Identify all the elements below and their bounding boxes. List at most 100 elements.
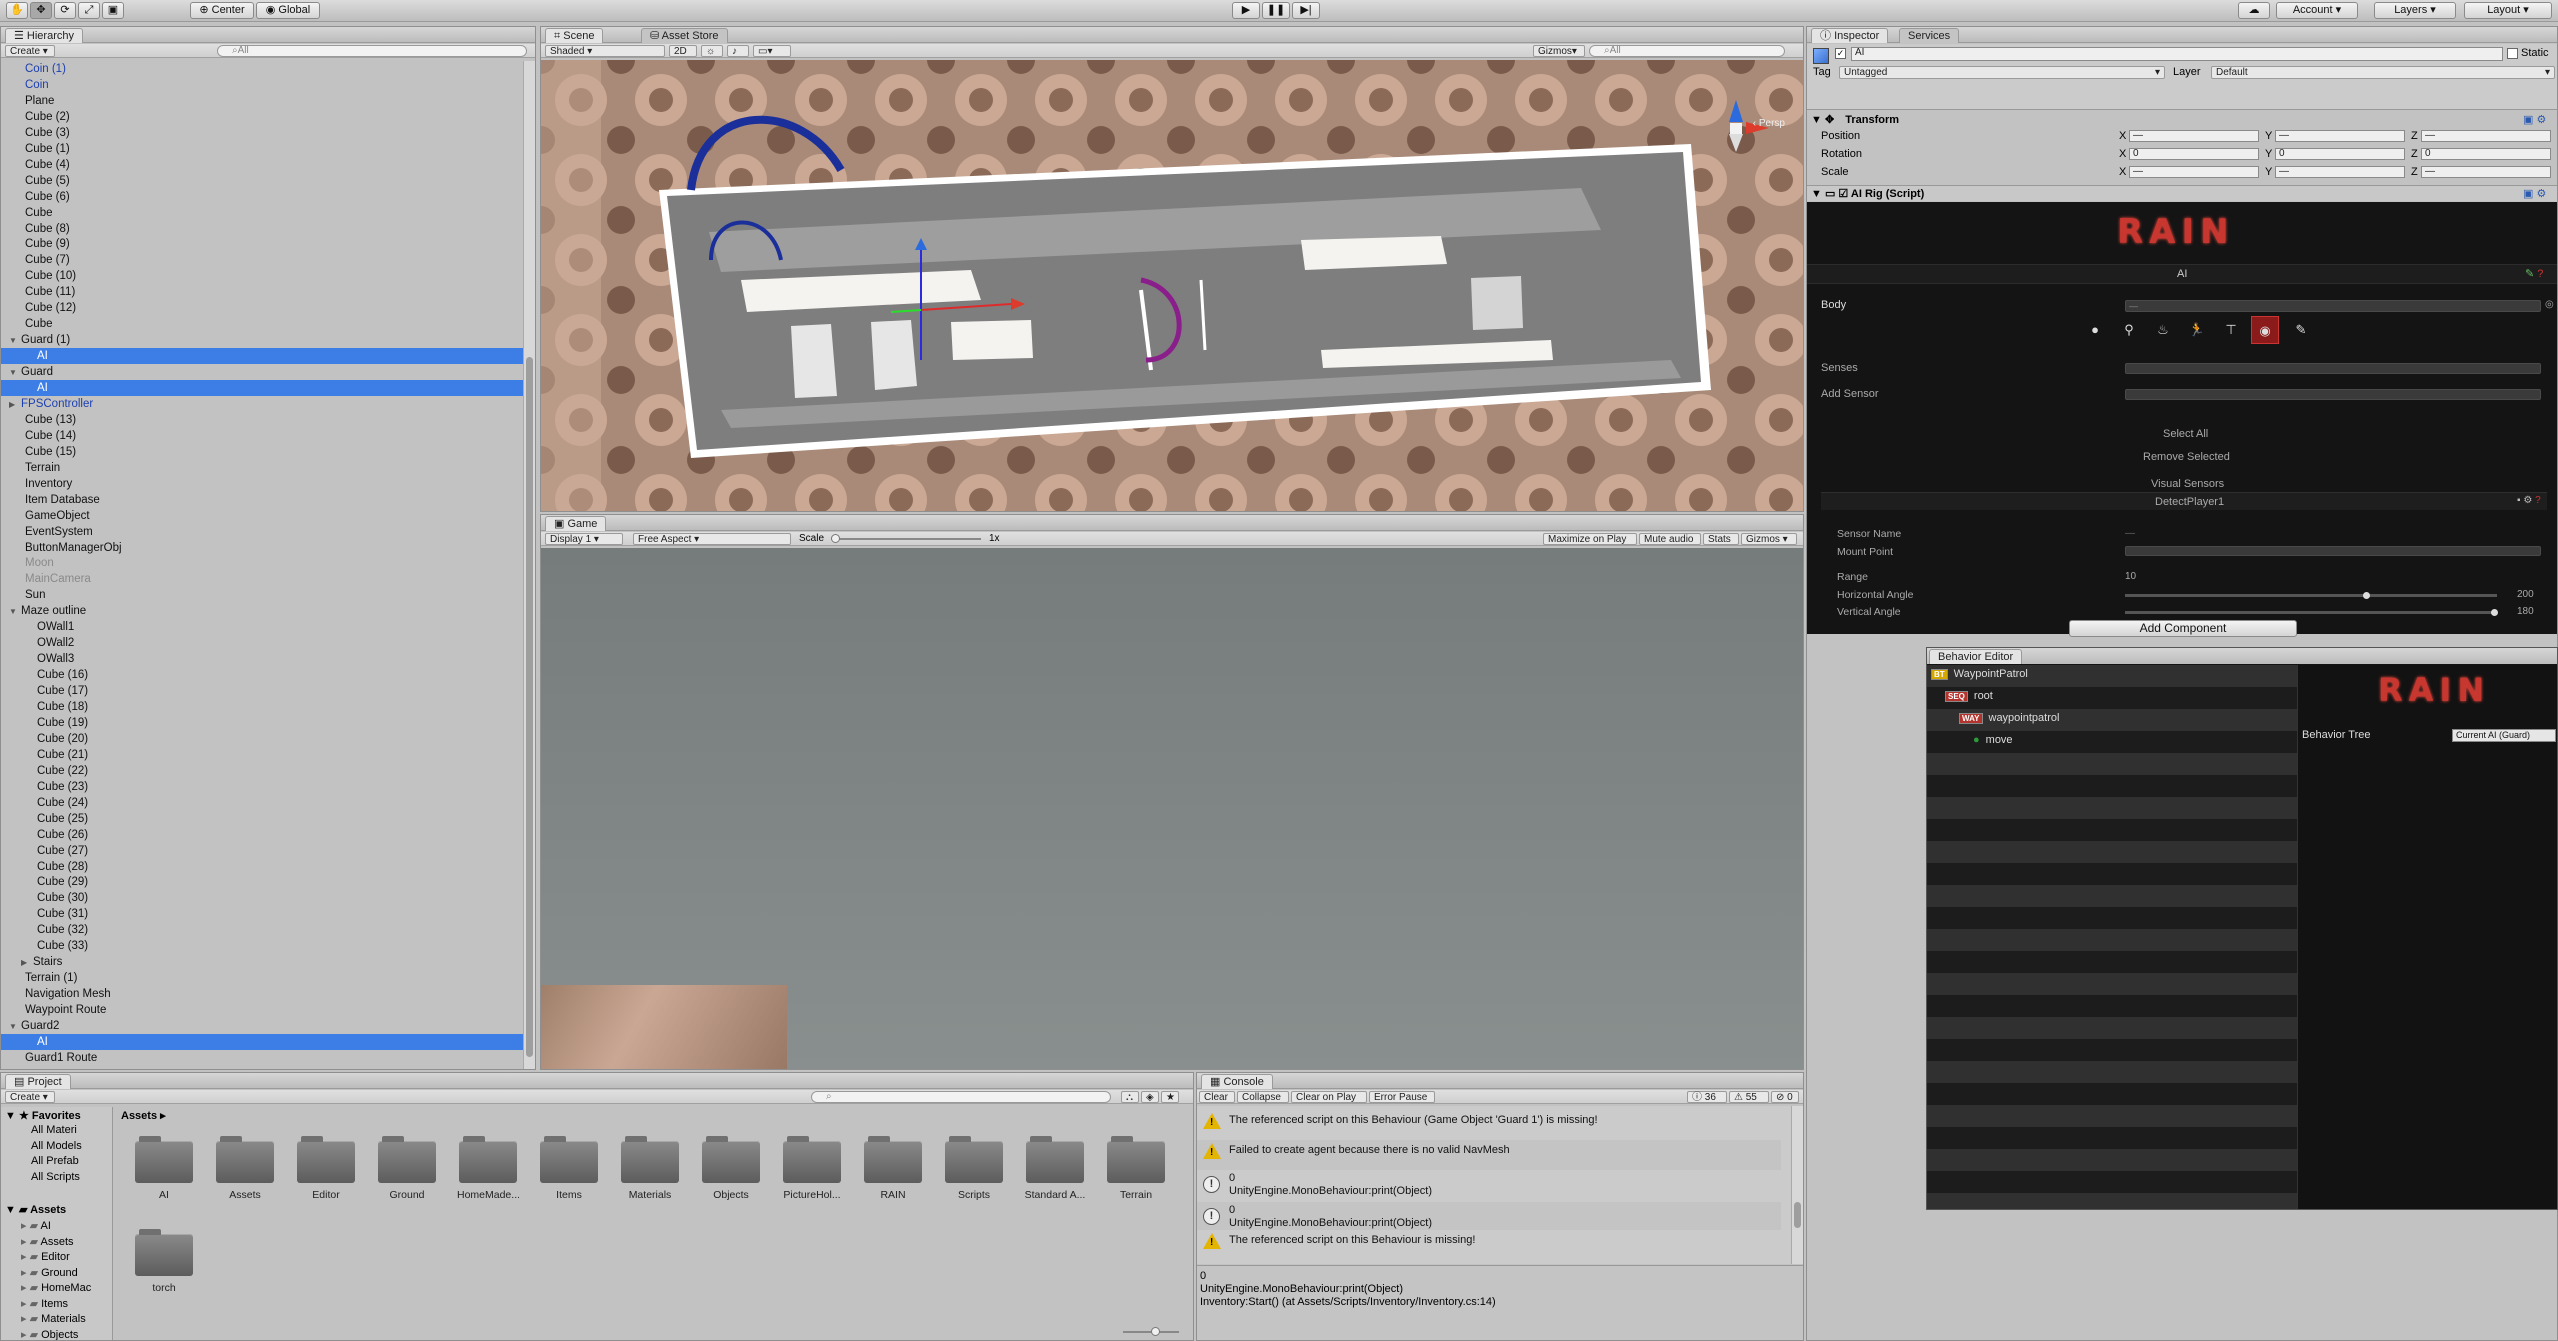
hierarchy-row[interactable]: Cube (33) xyxy=(1,938,523,954)
hierarchy-row[interactable]: Cube (21) xyxy=(1,747,523,763)
console-entry[interactable]: ! 0 UnityEngine.MonoBehaviour:print(Object… xyxy=(1197,1170,1781,1200)
hierarchy-row[interactable]: Cube (17) xyxy=(1,683,523,699)
hierarchy-row[interactable]: Cube (7) xyxy=(1,252,523,268)
expand-arrow-icon[interactable]: ▼ xyxy=(9,365,21,381)
hierarchy-row[interactable]: Cube (11) xyxy=(1,284,523,300)
horizontal-angle-value[interactable]: 200 xyxy=(2517,589,2534,600)
hierarchy-row[interactable]: Cube (32) xyxy=(1,922,523,938)
static-checkbox[interactable] xyxy=(2507,48,2518,59)
tab-behavior-editor[interactable]: Behavior Editor xyxy=(1929,649,2023,664)
vertical-angle-value[interactable]: 180 xyxy=(2517,606,2534,617)
hierarchy-row[interactable]: MainCamera xyxy=(1,571,523,587)
console-clear-button[interactable]: Clear xyxy=(1199,1091,1235,1103)
transform-x-field[interactable]: 0 xyxy=(2129,148,2259,160)
component-help-icon[interactable]: ▣ ⚙ xyxy=(2523,113,2546,126)
hierarchy-row[interactable]: Navigation Mesh xyxy=(1,986,523,1002)
senses-dropdown[interactable] xyxy=(2125,363,2541,374)
tab-services[interactable]: Services xyxy=(1899,28,1960,43)
error-count-badge[interactable]: ⊘ 0 xyxy=(1771,1091,1799,1103)
favorite-item[interactable]: All Materi xyxy=(31,1124,77,1136)
hierarchy-row[interactable]: Terrain xyxy=(1,460,523,476)
behavior-tree-dropdown[interactable]: Current AI (Guard) xyxy=(2452,729,2556,742)
pause-icon[interactable]: ❚❚ xyxy=(1262,2,1290,19)
hierarchy-scroll-thumb[interactable] xyxy=(526,357,533,1057)
asset-folder[interactable]: Assets xyxy=(214,1136,276,1201)
gameobject-name-field[interactable]: AI xyxy=(1851,47,2503,61)
filter-label-icon[interactable]: ◈ xyxy=(1141,1091,1159,1103)
behavior-tree-node[interactable]: BT WaypointPatrol xyxy=(1931,668,2028,680)
hierarchy-row[interactable]: Cube (4) xyxy=(1,157,523,173)
project-tree-item[interactable]: ▸ ▰ Materials xyxy=(21,1312,111,1325)
asset-folder[interactable]: Items xyxy=(538,1136,600,1201)
move-tool-icon[interactable]: ✥ xyxy=(30,2,52,19)
transform-z-field[interactable]: — xyxy=(2421,130,2551,142)
vertical-angle-knob[interactable] xyxy=(2491,609,2498,616)
scene-gizmos-dropdown[interactable]: Gizmos▾ xyxy=(1533,45,1585,57)
expand-arrow-icon[interactable]: ▼ xyxy=(9,333,21,349)
transform-y-field[interactable]: 0 xyxy=(2275,148,2405,160)
asset-folder[interactable]: Scripts xyxy=(943,1136,1005,1201)
senses-eye-icon[interactable]: ◉ xyxy=(2251,316,2279,344)
hierarchy-row[interactable]: AI xyxy=(1,348,523,365)
hierarchy-row[interactable]: AI xyxy=(1,1033,523,1050)
hierarchy-row[interactable]: Cube (25) xyxy=(1,811,523,827)
transform-y-field[interactable]: — xyxy=(2275,130,2405,142)
asset-folder[interactable]: RAIN xyxy=(862,1136,924,1201)
console-scrollbar[interactable] xyxy=(1791,1106,1803,1264)
project-tree-item[interactable]: ▸ ▰ Items xyxy=(21,1297,111,1310)
add-component-button[interactable]: Add Component xyxy=(2069,620,2297,637)
console-collapse-button[interactable]: Collapse xyxy=(1237,1091,1289,1103)
project-tree-item[interactable]: ▸ ▰ Assets xyxy=(21,1235,111,1248)
hierarchy-row[interactable]: ▶ Stairs xyxy=(1,954,523,970)
hierarchy-row[interactable]: Cube (6) xyxy=(1,189,523,205)
hierarchy-row[interactable]: Coin xyxy=(1,77,523,93)
favorite-star-icon[interactable]: ★ xyxy=(1161,1091,1179,1103)
favorite-item[interactable]: All Models xyxy=(31,1140,82,1152)
hierarchy-row[interactable]: Guard1 Route xyxy=(1,1050,523,1066)
lighting-toggle-icon[interactable]: ☼ xyxy=(701,45,723,57)
ai-rig-header[interactable]: ▼ ▭ ☑ AI Rig (Script) ▣ ⚙ xyxy=(1807,185,2557,201)
hierarchy-row[interactable]: Cube (1) xyxy=(1,141,523,157)
sensor-name-value[interactable]: — xyxy=(2125,528,2135,539)
hierarchy-row[interactable]: Cube xyxy=(1,316,523,332)
hierarchy-row[interactable]: Cube (5) xyxy=(1,173,523,189)
transform-y-field[interactable]: — xyxy=(2275,166,2405,178)
hierarchy-row[interactable]: Moon xyxy=(1,555,523,571)
hierarchy-row[interactable]: Cube (15) xyxy=(1,444,523,460)
tab-project[interactable]: ▤ Project xyxy=(5,1074,71,1089)
layout-dropdown[interactable]: Layout ▾ xyxy=(2464,2,2552,19)
scene-viewport[interactable]: ‹ Persp xyxy=(541,60,1803,511)
shading-mode-dropdown[interactable]: Shaded ▾ xyxy=(545,45,665,57)
memory-icon[interactable]: ⚲ xyxy=(2115,316,2143,344)
console-entry[interactable]: ! 0 UnityEngine.MonoBehaviour:print(Object… xyxy=(1197,1202,1781,1232)
hierarchy-row[interactable]: ▼ Maze outline xyxy=(1,603,523,619)
vertical-angle-slider[interactable] xyxy=(2125,609,2498,616)
effects-dropdown-icon[interactable]: ▭▾ xyxy=(753,45,791,57)
hierarchy-row[interactable]: Waypoint Route xyxy=(1,1002,523,1018)
warn-count-badge[interactable]: ⚠ 55 xyxy=(1729,1091,1769,1103)
hierarchy-row[interactable]: Cube (30) xyxy=(1,890,523,906)
hierarchy-row[interactable]: OWall3 xyxy=(1,651,523,667)
hierarchy-create-button[interactable]: Create ▾ xyxy=(5,45,55,57)
game-gizmos-dropdown[interactable]: Gizmos ▾ xyxy=(1741,533,1797,545)
expand-arrow-icon[interactable]: ▶ xyxy=(9,397,21,413)
project-tree-item[interactable]: ▸ ▰ AI xyxy=(21,1219,111,1232)
scale-slider-knob[interactable] xyxy=(831,534,840,543)
aspect-dropdown[interactable]: Free Aspect ▾ xyxy=(633,533,791,545)
body-field[interactable]: — xyxy=(2125,300,2541,312)
icon-size-knob[interactable] xyxy=(1151,1327,1160,1336)
mind-icon[interactable]: ● xyxy=(2081,316,2109,344)
pivot-global-button[interactable]: ◉ Global xyxy=(256,2,320,19)
console-entry[interactable]: Failed to create agent because there is … xyxy=(1197,1140,1781,1170)
hierarchy-row[interactable]: Cube (22) xyxy=(1,763,523,779)
expand-arrow-icon[interactable]: ▼ xyxy=(9,604,21,620)
hierarchy-row[interactable]: Cube xyxy=(1,205,523,221)
hierarchy-row[interactable]: EventSystem xyxy=(1,524,523,540)
sensor-action-icons[interactable]: ▪ ⚙ ? xyxy=(2517,495,2541,506)
console-error-pause-button[interactable]: Error Pause xyxy=(1369,1091,1435,1103)
console-scroll-thumb[interactable] xyxy=(1794,1202,1801,1228)
hierarchy-row[interactable]: Cube (19) xyxy=(1,715,523,731)
transform-z-field[interactable]: — xyxy=(2421,166,2551,178)
project-create-button[interactable]: Create ▾ xyxy=(5,1091,55,1103)
hierarchy-row[interactable]: ▼ Guard (1) xyxy=(1,332,523,348)
